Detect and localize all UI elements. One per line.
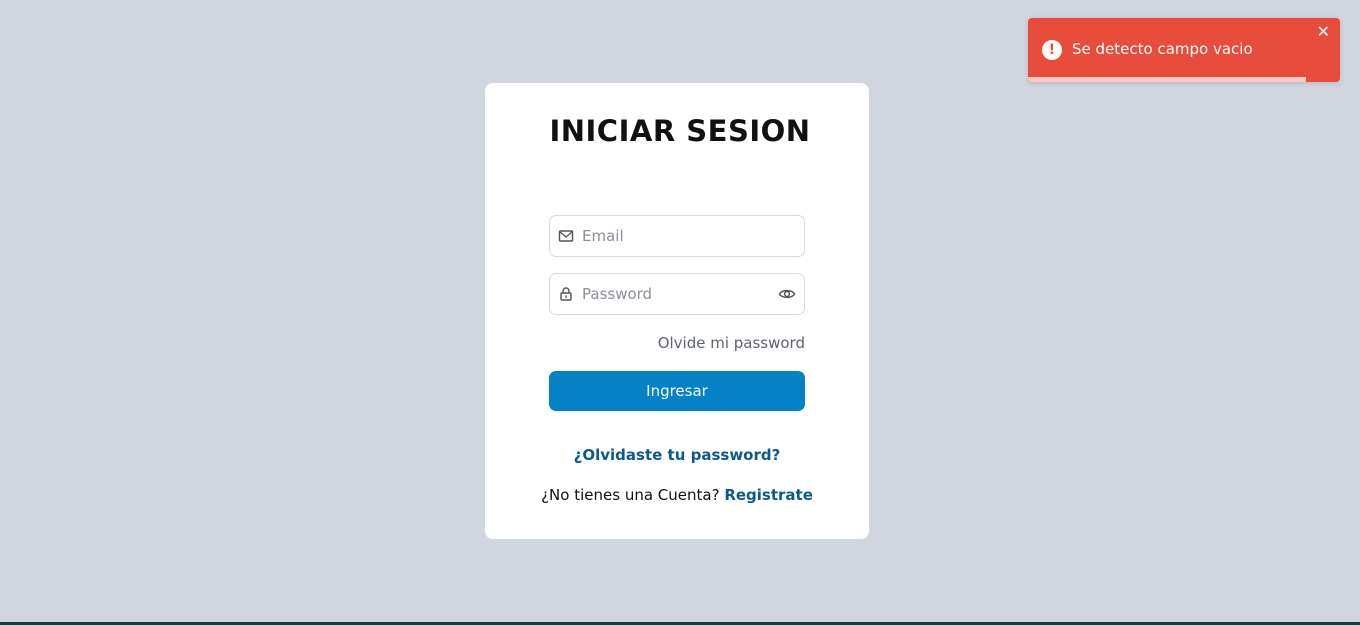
register-link[interactable]: Registrate (724, 486, 813, 504)
alert-circle-icon: ! (1042, 40, 1062, 60)
forgot-password-link-secondary[interactable]: ¿Olvidaste tu password? (485, 446, 869, 464)
mail-icon (558, 228, 574, 244)
close-icon[interactable]: ✕ (1317, 24, 1330, 40)
login-button[interactable]: Ingresar (549, 371, 805, 411)
eye-icon[interactable] (778, 286, 796, 302)
forgot-password-link[interactable]: Olvide mi password (549, 334, 805, 352)
login-page: INICIAR SESION Olvide mi password I (0, 0, 1360, 625)
no-account-text: ¿No tienes una Cuenta? (541, 486, 720, 504)
error-toast: ! Se detecto campo vacio ✕ (1028, 18, 1340, 82)
email-input[interactable] (582, 216, 772, 256)
page-title: INICIAR SESION (549, 114, 811, 148)
password-input[interactable] (582, 274, 772, 314)
email-field[interactable] (549, 215, 805, 257)
lock-icon (558, 286, 574, 302)
register-prompt: ¿No tienes una Cuenta? Registrate (485, 486, 869, 504)
toast-progress-bar (1028, 77, 1306, 82)
toast-message: Se detecto campo vacio (1072, 40, 1253, 58)
password-field[interactable] (549, 273, 805, 315)
